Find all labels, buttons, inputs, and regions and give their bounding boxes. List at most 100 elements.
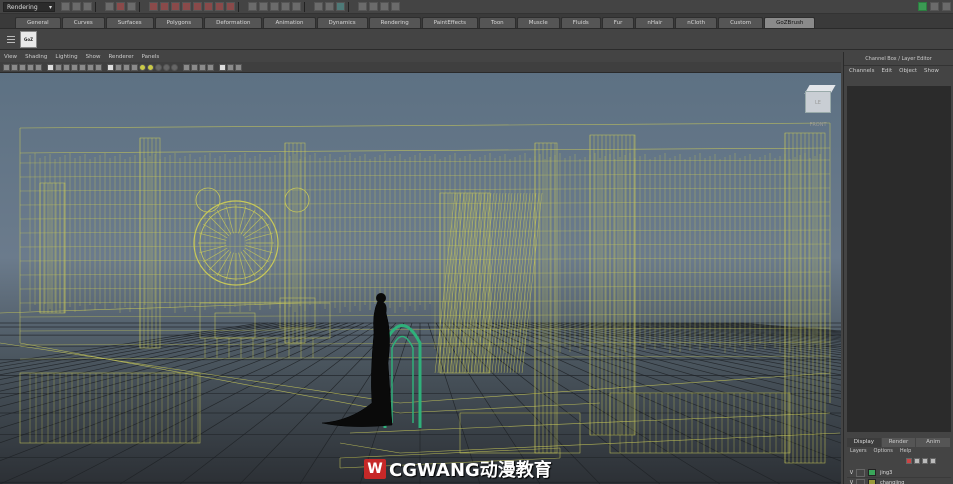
mask-misc-icon[interactable] <box>226 2 235 11</box>
tab-polygons[interactable]: Polygons <box>154 17 204 28</box>
xray-joints-icon[interactable] <box>199 63 206 71</box>
tab-nhair[interactable]: nHair <box>635 17 675 28</box>
tab-render[interactable]: Render <box>881 438 916 447</box>
layer-display-type-toggle[interactable] <box>856 478 865 484</box>
mask-handles-icon[interactable] <box>149 2 158 11</box>
tab-general[interactable]: General <box>15 17 61 28</box>
select-component-icon[interactable] <box>127 2 136 11</box>
menu-panels[interactable]: Panels <box>142 54 160 60</box>
snap-view-plane-icon[interactable] <box>281 2 290 11</box>
mask-surfaces-icon[interactable] <box>182 2 191 11</box>
frame-selected-icon[interactable] <box>227 63 234 71</box>
image-plane-icon[interactable] <box>27 63 34 71</box>
mask-joints-icon[interactable] <box>160 2 169 11</box>
motion-blur-icon[interactable] <box>163 63 170 71</box>
snap-point-icon[interactable] <box>270 2 279 11</box>
menu-show[interactable]: Show <box>924 66 939 76</box>
save-scene-icon[interactable] <box>83 2 92 11</box>
anti-aliasing-icon[interactable] <box>171 63 178 71</box>
layer-row-changjing[interactable]: V changjing <box>847 478 951 484</box>
menu-view[interactable]: View <box>4 54 17 60</box>
hypershade-icon[interactable] <box>391 2 400 11</box>
tool-settings-toggle-icon[interactable] <box>942 2 951 11</box>
select-object-icon[interactable] <box>116 2 125 11</box>
textured-icon[interactable] <box>131 63 138 71</box>
tab-fluids[interactable]: Fluids <box>560 17 601 28</box>
menu-lighting[interactable]: Lighting <box>55 54 77 60</box>
resolution-gate-icon[interactable] <box>63 63 70 71</box>
tab-rendering[interactable]: Rendering <box>368 17 421 28</box>
camera-attributes-icon[interactable] <box>11 63 18 71</box>
tab-curves[interactable]: Curves <box>61 17 105 28</box>
tab-animation[interactable]: Animation <box>263 17 316 28</box>
wireframe-icon[interactable] <box>107 63 114 71</box>
mask-deformers-icon[interactable] <box>193 2 202 11</box>
xray-icon[interactable] <box>191 63 198 71</box>
manipulator-icon[interactable] <box>235 63 242 71</box>
goz-button[interactable]: GoZ <box>20 31 37 48</box>
tab-dynamics[interactable]: Dynamics <box>316 17 368 28</box>
tab-anim[interactable]: Anim <box>916 438 951 447</box>
new-layer-icon[interactable] <box>914 458 920 464</box>
isolate-select-icon[interactable] <box>183 63 190 71</box>
layer-visibility-toggle[interactable]: V <box>847 480 856 484</box>
snap-curve-icon[interactable] <box>259 2 268 11</box>
tab-display[interactable]: Display <box>847 438 881 447</box>
menu-object[interactable]: Object <box>899 66 917 76</box>
channel-box-toggle-icon[interactable] <box>918 2 927 11</box>
tab-fur[interactable]: Fur <box>601 17 635 28</box>
select-camera-icon[interactable] <box>3 63 10 71</box>
menu-channels[interactable]: Channels <box>849 66 874 76</box>
render-frame-icon[interactable] <box>358 2 367 11</box>
mask-curves-icon[interactable] <box>171 2 180 11</box>
tab-gozbrush[interactable]: GoZBrush <box>764 17 816 28</box>
move-layer-down-icon[interactable] <box>930 458 936 464</box>
menu-set-dropdown[interactable]: Rendering ▾ <box>3 1 55 12</box>
new-scene-icon[interactable] <box>61 2 70 11</box>
construction-history-icon[interactable] <box>336 2 345 11</box>
menu-renderer[interactable]: Renderer <box>108 54 133 60</box>
film-gate-icon[interactable] <box>55 63 62 71</box>
tab-muscle[interactable]: Muscle <box>516 17 560 28</box>
channel-box-body[interactable] <box>847 86 951 432</box>
viewcube-front-face[interactable]: LE FRONT <box>805 91 831 128</box>
menu-layers[interactable]: Layers <box>850 448 867 454</box>
select-hierarchy-icon[interactable] <box>105 2 114 11</box>
screen-space-ao-icon[interactable] <box>155 63 162 71</box>
layer-color-swatch[interactable] <box>868 469 876 476</box>
safe-title-icon[interactable] <box>95 63 102 71</box>
tab-ncloth[interactable]: nCloth <box>675 17 718 28</box>
gate-mask-icon[interactable] <box>71 63 78 71</box>
menu-shading[interactable]: Shading <box>25 54 47 60</box>
grid-icon[interactable] <box>47 63 54 71</box>
menu-show[interactable]: Show <box>86 54 101 60</box>
backface-culling-icon[interactable] <box>207 63 214 71</box>
menu-edit[interactable]: Edit <box>881 66 892 76</box>
wireframe-on-shaded-icon[interactable] <box>123 63 130 71</box>
input-ops-icon[interactable] <box>314 2 323 11</box>
tab-painteffects[interactable]: PaintEffects <box>421 17 479 28</box>
layer-visibility-toggle[interactable]: V <box>847 470 856 476</box>
make-live-icon[interactable] <box>292 2 301 11</box>
smooth-shade-icon[interactable] <box>115 63 122 71</box>
menu-help[interactable]: Help <box>900 448 911 454</box>
new-layer-from-selection-icon[interactable] <box>906 458 912 464</box>
shelf-menu-icon[interactable] <box>7 34 15 44</box>
tab-deformation[interactable]: Deformation <box>204 17 263 28</box>
layer-row-jing3[interactable]: V jing3 <box>847 468 951 478</box>
tab-toon[interactable]: Toon <box>479 17 516 28</box>
3d-viewport[interactable]: LE FRONT <box>0 73 841 484</box>
mask-dynamics-icon[interactable] <box>204 2 213 11</box>
ipr-render-icon[interactable] <box>369 2 378 11</box>
two-d-pan-zoom-icon[interactable] <box>35 63 42 71</box>
layer-color-swatch[interactable] <box>868 479 876 484</box>
mask-rendering-icon[interactable] <box>215 2 224 11</box>
open-scene-icon[interactable] <box>72 2 81 11</box>
layer-display-type-toggle[interactable] <box>856 468 865 477</box>
tab-surfaces[interactable]: Surfaces <box>105 17 154 28</box>
output-ops-icon[interactable] <box>325 2 334 11</box>
bookmark-icon[interactable] <box>19 63 26 71</box>
use-all-lights-icon[interactable] <box>139 63 146 71</box>
shadows-icon[interactable] <box>147 63 154 71</box>
safe-action-icon[interactable] <box>87 63 94 71</box>
